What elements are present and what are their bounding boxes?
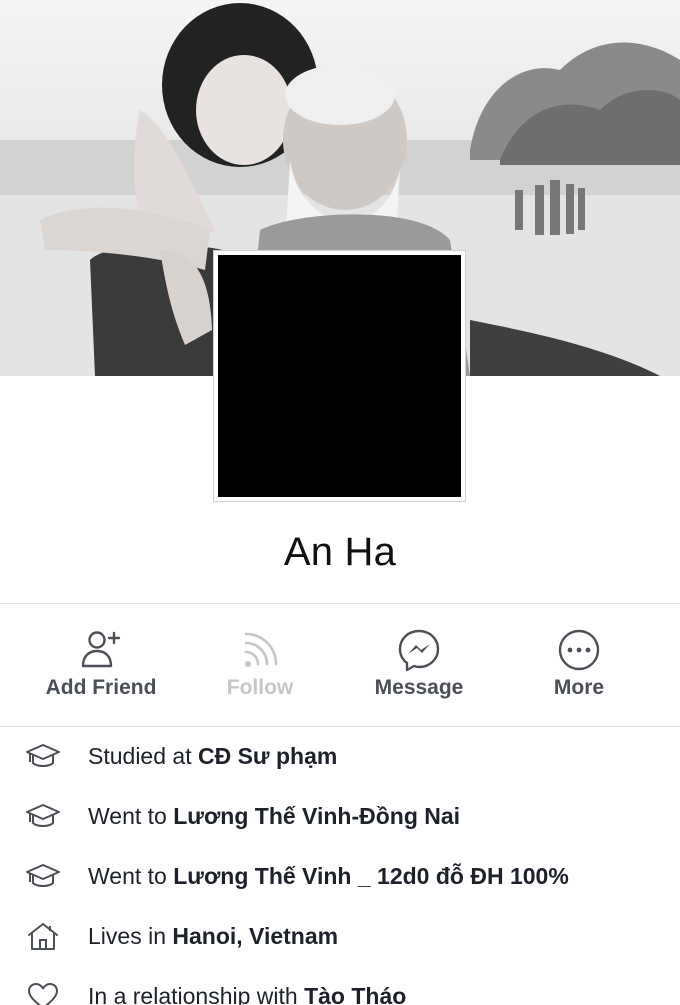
add-friend-label: Add Friend [45,676,157,699]
intro-text: In a relationship with Tào Tháo [88,983,406,1005]
follow-icon [244,632,278,667]
divider [0,726,680,727]
profile-actions: Add Friend Follow Message More [0,618,680,718]
more-button[interactable]: More [499,618,659,718]
partner-link[interactable]: Tào Tháo [304,983,406,1005]
divider [0,603,680,604]
location-link[interactable]: Hanoi, Vietnam [172,923,338,949]
profile-name: An Ha [283,530,397,574]
intro-text: Studied at CĐ Sư phạm [88,743,338,769]
intro-item-education[interactable]: Studied at CĐ Sư phạm [0,734,680,778]
profile-picture-redacted [218,255,461,497]
add-friend-icon [81,631,121,668]
graduation-cap-icon [26,744,60,767]
intro-item-residence[interactable]: Lives in Hanoi, Vietnam [0,914,680,958]
school-link[interactable]: Lương Thế Vinh _ 12d0 đỗ ĐH 100% [173,863,569,889]
profile-picture[interactable] [213,250,466,502]
message-button[interactable]: Message [339,618,499,718]
add-friend-button[interactable]: Add Friend [21,618,181,718]
intro-text: Lives in Hanoi, Vietnam [88,923,339,949]
more-label: More [553,676,605,699]
more-icon [558,629,600,671]
intro-text: Went to Lương Thế Vinh-Đồng Nai [88,803,461,829]
intro-item-education[interactable]: Went to Lương Thế Vinh-Đồng Nai [0,794,680,838]
intro-item-relationship[interactable]: In a relationship with Tào Tháo [0,974,680,1005]
school-link[interactable]: Lương Thế Vinh-Đồng Nai [173,803,460,829]
message-label: Message [374,676,464,699]
follow-button[interactable]: Follow [180,618,340,718]
graduation-cap-icon [26,864,60,887]
messenger-icon [398,629,440,672]
graduation-cap-icon [26,804,60,827]
intro-text: Went to Lương Thế Vinh _ 12d0 đỗ ĐH 100% [88,863,569,889]
school-link[interactable]: CĐ Sư phạm [198,743,337,769]
follow-label: Follow [226,676,294,699]
heart-icon [28,983,58,1005]
intro-item-education[interactable]: Went to Lương Thế Vinh _ 12d0 đỗ ĐH 100% [0,854,680,898]
home-icon [28,923,58,950]
